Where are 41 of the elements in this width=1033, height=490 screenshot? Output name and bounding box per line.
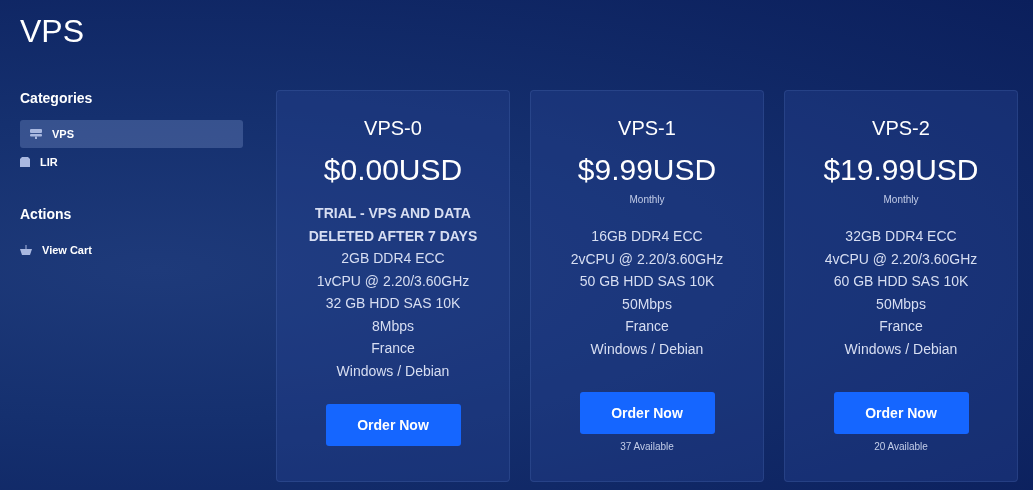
- box-icon: [20, 157, 30, 167]
- basket-icon: [20, 245, 32, 255]
- product-feature: France: [370, 339, 416, 358]
- product-price: $0.00USD: [323, 152, 463, 188]
- product-feature: 4vCPU @ 2.20/3.60GHz: [823, 249, 979, 269]
- sidebar-item[interactable]: View Cart: [20, 236, 243, 264]
- sidebar-item[interactable]: LIR: [20, 148, 243, 176]
- product-feature: 60 GB HDD SAS 10K: [832, 272, 970, 291]
- sidebar-item[interactable]: VPS: [20, 120, 243, 148]
- page-title: VPS: [20, 12, 86, 50]
- order-button[interactable]: Order Now: [833, 392, 969, 434]
- order-button[interactable]: Order Now: [579, 392, 715, 434]
- product-feature: 8Mbps: [371, 316, 415, 336]
- product-feature: 2GB DDR4 ECC: [340, 249, 446, 268]
- product-name: VPS-2: [872, 116, 930, 140]
- product-feature: Windows / Debian: [335, 361, 451, 381]
- product-feature: France: [624, 317, 670, 336]
- section-heading: Categories: [20, 90, 94, 106]
- order-button[interactable]: Order Now: [325, 404, 461, 446]
- product-feature: France: [878, 317, 924, 336]
- server-icon: [30, 129, 42, 139]
- product-feature: 50Mbps: [875, 294, 927, 314]
- product-price: $9.99USD: [577, 152, 717, 188]
- product-feature: 32GB DDR4 ECC: [844, 227, 958, 246]
- availability-text: 37 Available: [620, 441, 674, 452]
- billing-cycle: Monthly: [629, 194, 665, 205]
- product-feature: Windows / Debian: [589, 339, 705, 359]
- product-feature: 50 GB HDD SAS 10K: [578, 272, 716, 291]
- product-name: VPS-1: [618, 116, 676, 140]
- product-feature: 1vCPU @ 2.20/3.60GHz: [315, 271, 471, 291]
- product-note: TRIAL - VPS AND DATA DELETED AFTER 7 DAYS: [307, 204, 479, 246]
- product-feature: 16GB DDR4 ECC: [590, 227, 704, 246]
- product-name: VPS-0: [364, 116, 422, 140]
- product-feature: 32 GB HDD SAS 10K: [324, 294, 462, 313]
- product-feature: Windows / Debian: [843, 339, 959, 359]
- product-feature: 50Mbps: [621, 294, 673, 314]
- product-feature: 2vCPU @ 2.20/3.60GHz: [569, 249, 725, 269]
- billing-cycle: Monthly: [883, 194, 919, 205]
- section-heading: Actions: [20, 206, 73, 222]
- product-price: $19.99USD: [823, 152, 979, 188]
- availability-text: 20 Available: [874, 441, 928, 452]
